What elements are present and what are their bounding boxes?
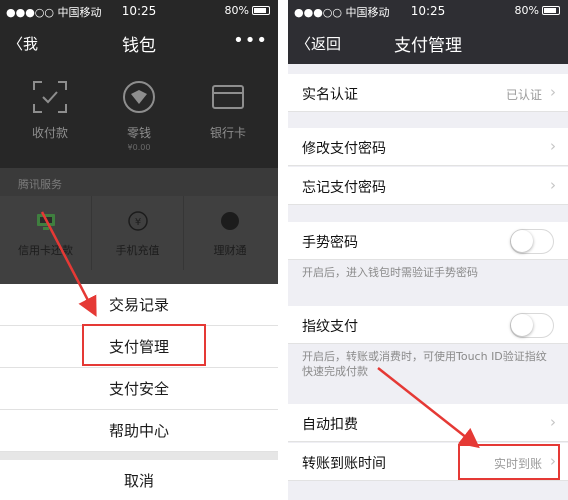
row-label: 实名认证 — [302, 87, 358, 103]
service-label: 信用卡还款 — [18, 244, 73, 257]
tile-label: 零钱 — [126, 126, 151, 140]
card-repay-icon — [36, 214, 55, 230]
chevron-right-icon: › — [550, 413, 556, 431]
tile-change[interactable]: 零钱 ¥0.00 — [93, 72, 185, 152]
section-header: 腾讯服务 — [0, 168, 278, 196]
status-bar: ●●●○○ 中国移动 10:25 80% — [0, 0, 278, 22]
coin-icon — [123, 81, 155, 113]
battery-icon — [542, 6, 560, 15]
overlay-dim — [0, 270, 278, 284]
service-credit-card[interactable]: 信用卡还款 — [0, 196, 92, 270]
service-mobile-topup[interactable]: ¥ 手机充值 — [92, 196, 184, 270]
service-licaitong[interactable]: 理财通 — [184, 196, 276, 270]
wallet-screen: ●●●○○ 中国移动 10:25 80% 〈我 钱包 ••• 收付款 零钱 ¥0… — [0, 0, 278, 500]
card-icon — [212, 85, 244, 109]
row-real-name[interactable]: 实名认证 已认证 › — [288, 74, 568, 112]
page-title: 支付管理 — [394, 36, 462, 56]
tile-label: 收付款 — [31, 126, 68, 140]
chevron-right-icon: › — [550, 137, 556, 155]
service-grid: 信用卡还款 ¥ 手机充值 理财通 — [0, 196, 278, 270]
battery-label: 80% — [224, 4, 249, 17]
tile-label: 银行卡 — [209, 126, 246, 140]
status-bar: ●●●○○ 中国移动 10:25 80% — [288, 0, 568, 22]
row-change-password[interactable]: 修改支付密码 › — [288, 128, 568, 166]
highlight-box — [82, 324, 206, 366]
service-label: 理财通 — [213, 244, 247, 257]
battery-status: 80% — [225, 4, 270, 17]
service-label: 手机充值 — [115, 244, 160, 257]
highlight-box — [458, 444, 560, 480]
payment-management-screen: ●●●○○ 中国移动 10:25 80% 〈返回 支付管理 实名认证 已认证 ›… — [288, 0, 568, 500]
more-icon[interactable]: ••• — [233, 30, 268, 51]
touch-id-toggle[interactable] — [510, 313, 554, 338]
row-gesture-password: 手势密码 — [288, 222, 568, 260]
row-label: 转账到账时间 — [302, 456, 386, 472]
row-label: 修改支付密码 — [302, 141, 386, 157]
yuan-icon: ¥ — [127, 211, 148, 231]
cancel-button[interactable]: 取消 — [0, 460, 278, 500]
row-label: 自动扣费 — [302, 417, 358, 433]
nav-bar: 〈返回 支付管理 — [288, 22, 568, 64]
touch-id-note: 开启后，转账或消费时，可使用Touch ID验证指纹快速完成付款 — [302, 350, 547, 378]
action-sheet: 交易记录 支付管理 支付安全 帮助中心 取消 — [0, 284, 278, 500]
chevron-right-icon: › — [550, 83, 556, 101]
row-label: 指纹支付 — [302, 319, 358, 335]
finance-icon — [221, 212, 239, 230]
battery-icon — [252, 6, 270, 15]
wallet-tiles: 收付款 零钱 ¥0.00 银行卡 — [0, 72, 278, 152]
gesture-toggle[interactable] — [510, 229, 554, 254]
row-auto-deduct[interactable]: 自动扣费 › — [288, 404, 568, 442]
sheet-item-help-center[interactable]: 帮助中心 — [0, 410, 278, 452]
sheet-item-payment-security[interactable]: 支付安全 — [0, 368, 278, 410]
verified-status: 已认证 — [505, 88, 542, 102]
balance-value: ¥0.00 — [127, 143, 151, 152]
sheet-item-transactions[interactable]: 交易记录 — [0, 284, 278, 326]
gesture-note: 开启后，进入钱包时需验证手势密码 — [302, 266, 478, 279]
tile-receive-pay[interactable]: 收付款 — [4, 72, 96, 152]
sheet-divider — [0, 452, 278, 460]
battery-label: 80% — [514, 4, 539, 17]
svg-text:¥: ¥ — [134, 217, 140, 228]
row-touch-id: 指纹支付 — [288, 306, 568, 344]
chevron-right-icon: › — [550, 176, 556, 194]
row-label: 忘记支付密码 — [302, 180, 386, 196]
nav-bar: 〈我 钱包 ••• — [0, 22, 278, 64]
row-label: 手势密码 — [302, 235, 358, 251]
row-forgot-password[interactable]: 忘记支付密码 › — [288, 167, 568, 205]
tile-bank-card[interactable]: 银行卡 — [182, 72, 274, 152]
scan-icon — [33, 81, 67, 113]
battery-status: 80% — [515, 4, 560, 17]
